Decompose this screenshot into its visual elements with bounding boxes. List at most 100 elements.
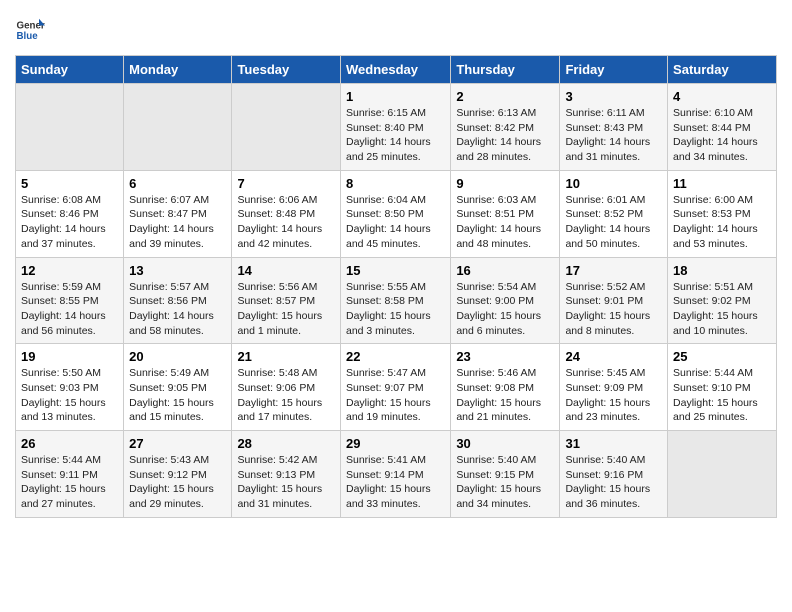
day-cell: 7 Sunrise: 6:06 AM Sunset: 8:48 PM Daylig… [232,170,341,257]
week-row-1: 1 Sunrise: 6:15 AM Sunset: 8:40 PM Daylig… [16,84,777,171]
day-number: 4 [673,89,771,104]
day-number: 28 [237,436,335,451]
day-number: 3 [565,89,662,104]
day-cell: 3 Sunrise: 6:11 AM Sunset: 8:43 PM Daylig… [560,84,668,171]
header-cell-sunday: Sunday [16,56,124,84]
day-number: 11 [673,176,771,191]
day-number: 23 [456,349,554,364]
day-info: Sunrise: 5:55 AM Sunset: 8:58 PM Dayligh… [346,280,445,339]
day-info: Sunrise: 5:40 AM Sunset: 9:15 PM Dayligh… [456,453,554,512]
day-info: Sunrise: 5:46 AM Sunset: 9:08 PM Dayligh… [456,366,554,425]
day-cell [124,84,232,171]
day-number: 26 [21,436,118,451]
day-info: Sunrise: 5:49 AM Sunset: 9:05 PM Dayligh… [129,366,226,425]
day-info: Sunrise: 6:15 AM Sunset: 8:40 PM Dayligh… [346,106,445,165]
day-cell: 4 Sunrise: 6:10 AM Sunset: 8:44 PM Daylig… [668,84,777,171]
day-info: Sunrise: 5:42 AM Sunset: 9:13 PM Dayligh… [237,453,335,512]
day-cell: 31Sunrise: 5:40 AM Sunset: 9:16 PM Dayli… [560,431,668,518]
day-cell [232,84,341,171]
week-row-2: 5Sunrise: 6:08 AM Sunset: 8:46 PM Daylig… [16,170,777,257]
day-number: 22 [346,349,445,364]
day-cell: 10 Sunrise: 6:01 AM Sunset: 8:52 PM Dayli… [560,170,668,257]
day-number: 13 [129,263,226,278]
week-row-5: 26 Sunrise: 5:44 AM Sunset: 9:11 PM Dayli… [16,431,777,518]
day-number: 9 [456,176,554,191]
day-info: Sunrise: 5:44 AM Sunset: 9:11 PM Dayligh… [21,453,118,512]
day-cell: 2 Sunrise: 6:13 AM Sunset: 8:42 PM Daylig… [451,84,560,171]
day-number: 6 [129,176,226,191]
header-row: SundayMondayTuesdayWednesdayThursdayFrid… [16,56,777,84]
day-cell: 19Sunrise: 5:50 AM Sunset: 9:03 PM Dayli… [16,344,124,431]
day-info: Sunrise: 5:41 AM Sunset: 9:14 PM Dayligh… [346,453,445,512]
day-info: Sunrise: 5:48 AM Sunset: 9:06 PM Dayligh… [237,366,335,425]
day-info: Sunrise: 5:45 AM Sunset: 9:09 PM Dayligh… [565,366,662,425]
day-info: Sunrise: 6:06 AM Sunset: 8:48 PM Dayligh… [237,193,335,252]
header-cell-thursday: Thursday [451,56,560,84]
day-info: Sunrise: 5:59 AM Sunset: 8:55 PM Dayligh… [21,280,118,339]
day-info: Sunrise: 6:13 AM Sunset: 8:42 PM Dayligh… [456,106,554,165]
day-number: 20 [129,349,226,364]
day-info: Sunrise: 5:40 AM Sunset: 9:16 PM Dayligh… [565,453,662,512]
day-cell: 5Sunrise: 6:08 AM Sunset: 8:46 PM Daylig… [16,170,124,257]
header: General Blue [15,15,777,45]
day-cell: 27 Sunrise: 5:43 AM Sunset: 9:12 PM Dayli… [124,431,232,518]
day-number: 27 [129,436,226,451]
day-info: Sunrise: 5:52 AM Sunset: 9:01 PM Dayligh… [565,280,662,339]
day-info: Sunrise: 5:56 AM Sunset: 8:57 PM Dayligh… [237,280,335,339]
calendar-table: SundayMondayTuesdayWednesdayThursdayFrid… [15,55,777,518]
day-cell: 25 Sunrise: 5:44 AM Sunset: 9:10 PM Dayli… [668,344,777,431]
day-info: Sunrise: 5:43 AM Sunset: 9:12 PM Dayligh… [129,453,226,512]
week-row-4: 19Sunrise: 5:50 AM Sunset: 9:03 PM Dayli… [16,344,777,431]
day-cell: 13 Sunrise: 5:57 AM Sunset: 8:56 PM Dayli… [124,257,232,344]
day-cell: 29 Sunrise: 5:41 AM Sunset: 9:14 PM Dayli… [340,431,450,518]
day-info: Sunrise: 6:01 AM Sunset: 8:52 PM Dayligh… [565,193,662,252]
logo-icon: General Blue [15,15,45,45]
day-cell: 9Sunrise: 6:03 AM Sunset: 8:51 PM Daylig… [451,170,560,257]
header-cell-monday: Monday [124,56,232,84]
day-info: Sunrise: 5:47 AM Sunset: 9:07 PM Dayligh… [346,366,445,425]
day-number: 24 [565,349,662,364]
day-info: Sunrise: 6:04 AM Sunset: 8:50 PM Dayligh… [346,193,445,252]
day-info: Sunrise: 5:51 AM Sunset: 9:02 PM Dayligh… [673,280,771,339]
day-cell: 24 Sunrise: 5:45 AM Sunset: 9:09 PM Dayli… [560,344,668,431]
day-cell: 8 Sunrise: 6:04 AM Sunset: 8:50 PM Daylig… [340,170,450,257]
day-number: 18 [673,263,771,278]
day-number: 30 [456,436,554,451]
day-cell: 14 Sunrise: 5:56 AM Sunset: 8:57 PM Dayli… [232,257,341,344]
day-info: Sunrise: 5:44 AM Sunset: 9:10 PM Dayligh… [673,366,771,425]
day-info: Sunrise: 6:10 AM Sunset: 8:44 PM Dayligh… [673,106,771,165]
day-number: 16 [456,263,554,278]
day-number: 7 [237,176,335,191]
day-number: 25 [673,349,771,364]
day-number: 29 [346,436,445,451]
day-number: 1 [346,89,445,104]
day-cell: 12 Sunrise: 5:59 AM Sunset: 8:55 PM Dayli… [16,257,124,344]
day-number: 8 [346,176,445,191]
day-number: 5 [21,176,118,191]
day-info: Sunrise: 5:57 AM Sunset: 8:56 PM Dayligh… [129,280,226,339]
day-number: 15 [346,263,445,278]
day-cell [668,431,777,518]
logo: General Blue [15,15,45,45]
day-number: 12 [21,263,118,278]
day-cell: 22 Sunrise: 5:47 AM Sunset: 9:07 PM Dayli… [340,344,450,431]
day-cell: 15 Sunrise: 5:55 AM Sunset: 8:58 PM Dayli… [340,257,450,344]
day-cell: 6 Sunrise: 6:07 AM Sunset: 8:47 PM Daylig… [124,170,232,257]
day-cell: 20 Sunrise: 5:49 AM Sunset: 9:05 PM Dayli… [124,344,232,431]
day-cell: 1 Sunrise: 6:15 AM Sunset: 8:40 PM Daylig… [340,84,450,171]
day-info: Sunrise: 6:00 AM Sunset: 8:53 PM Dayligh… [673,193,771,252]
header-cell-saturday: Saturday [668,56,777,84]
day-info: Sunrise: 5:50 AM Sunset: 9:03 PM Dayligh… [21,366,118,425]
day-cell: 21Sunrise: 5:48 AM Sunset: 9:06 PM Dayli… [232,344,341,431]
day-info: Sunrise: 6:11 AM Sunset: 8:43 PM Dayligh… [565,106,662,165]
header-cell-wednesday: Wednesday [340,56,450,84]
header-cell-friday: Friday [560,56,668,84]
header-cell-tuesday: Tuesday [232,56,341,84]
day-number: 14 [237,263,335,278]
day-number: 10 [565,176,662,191]
day-number: 17 [565,263,662,278]
day-info: Sunrise: 6:07 AM Sunset: 8:47 PM Dayligh… [129,193,226,252]
day-cell: 23 Sunrise: 5:46 AM Sunset: 9:08 PM Dayli… [451,344,560,431]
day-cell: 18 Sunrise: 5:51 AM Sunset: 9:02 PM Dayli… [668,257,777,344]
day-number: 2 [456,89,554,104]
